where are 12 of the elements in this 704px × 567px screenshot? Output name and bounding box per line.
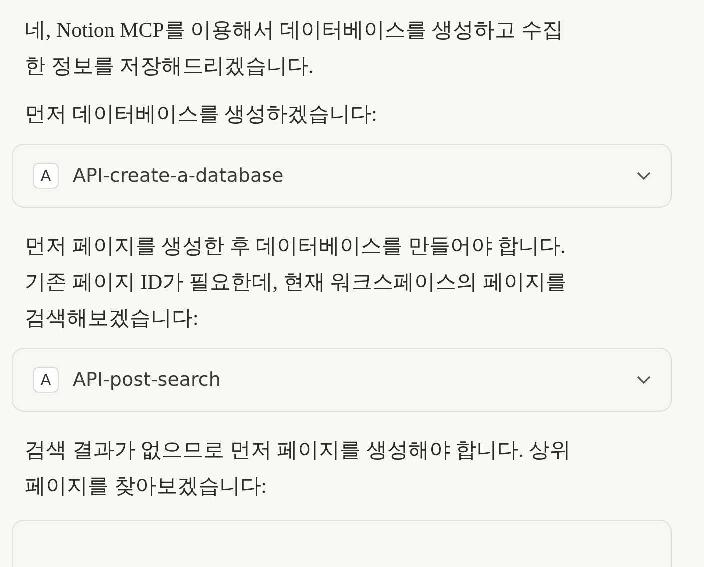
message-paragraph: 네, Notion MCP를 이용해서 데이터베이스를 생성하고 수집 한 정보를 저장해드리겠습니다. [25, 17, 564, 80]
chevron-icon [637, 376, 651, 384]
message-paragraph: 먼저 페이지를 생성한 후 데이터베이스를 만들어야 합니다. 기존 페이지 ID가 필요한데, 현재 워크스페이스의 페이지를 검색해보겠습니다: [25, 233, 568, 332]
tool-call-card[interactable]: A API-post-search [12, 348, 672, 412]
tool-call-card[interactable]: A API-create-a-database [12, 144, 672, 208]
tool-name: API-create-a-database [73, 165, 285, 187]
tool-name: API-post-search [73, 369, 222, 391]
tool-badge: A [33, 367, 59, 393]
tool-badge: A [33, 163, 59, 189]
chevron-icon [637, 172, 651, 180]
message-paragraph: 검색 결과가 없으므로 먼저 페이지를 생성해야 합니다. 상위 페이지를 찾아보겠습니다: [25, 437, 572, 500]
message-paragraph: 먼저 데이터베이스를 생성하겠습니다: [25, 101, 378, 128]
